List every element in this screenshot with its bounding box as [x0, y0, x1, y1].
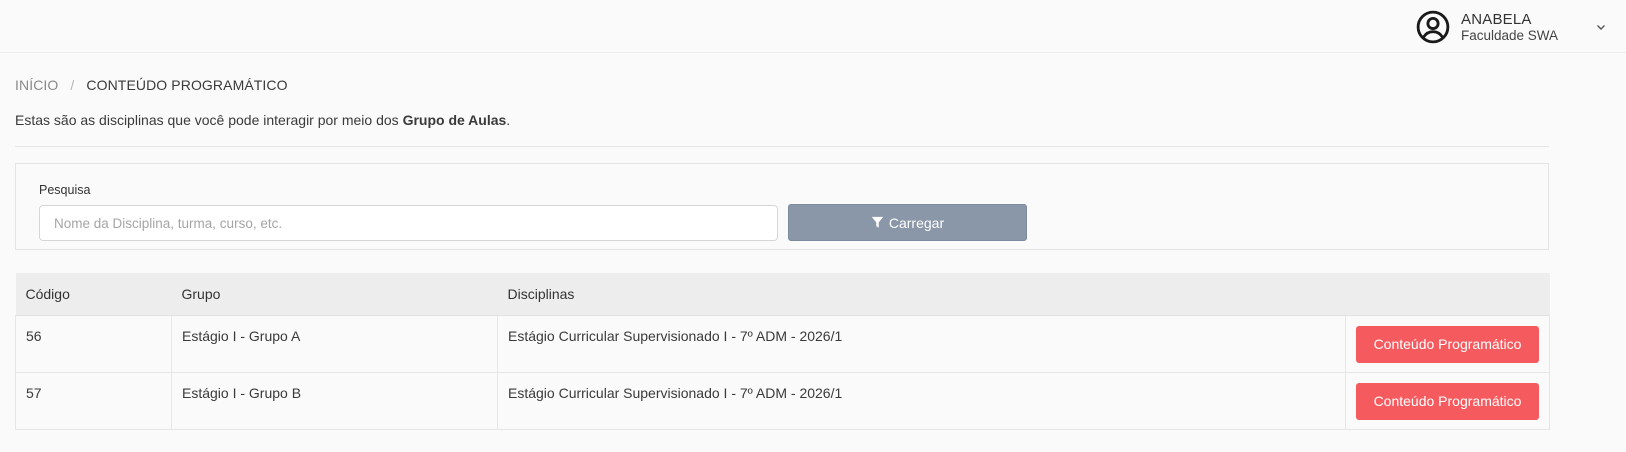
search-label: Pesquisa: [39, 183, 91, 197]
column-header-actions: [1345, 273, 1550, 316]
column-header-codigo: Código: [15, 273, 172, 316]
user-menu[interactable]: ANABELA Faculdade SWA: [1416, 9, 1558, 45]
column-header-disciplinas: Disciplinas: [497, 273, 1346, 316]
load-button[interactable]: Carregar: [788, 204, 1027, 241]
cell-codigo: 56: [15, 314, 172, 373]
cell-action: Conteúdo Programático: [1345, 371, 1550, 430]
page-description: Estas são as disciplinas que você pode i…: [15, 112, 510, 128]
conteudo-programatico-button[interactable]: Conteúdo Programático: [1356, 382, 1539, 420]
load-button-label: Carregar: [888, 214, 945, 231]
breadcrumb-separator: /: [70, 77, 75, 93]
user-organization: Faculdade SWA: [1461, 27, 1559, 43]
user-circle-icon: [1416, 10, 1450, 44]
user-name: ANABELA: [1461, 10, 1532, 28]
divider: [15, 146, 1549, 147]
filter-icon: [871, 216, 884, 228]
intro-end: .: [506, 112, 511, 128]
cell-grupo: Estágio I - Grupo A: [171, 314, 498, 373]
table-header-row: Código Grupo Disciplinas: [15, 273, 1550, 316]
intro-highlight: Grupo de Aulas: [402, 112, 507, 128]
cell-grupo: Estágio I - Grupo B: [171, 371, 498, 430]
search-input[interactable]: [39, 205, 778, 241]
chevron-down-icon[interactable]: [1594, 20, 1608, 34]
conteudo-programatico-button[interactable]: Conteúdo Programático: [1356, 325, 1539, 363]
table-row: 57 Estágio I - Grupo B Estágio Curricula…: [15, 371, 1550, 430]
breadcrumb-home-link[interactable]: INÍCIO: [15, 77, 58, 93]
breadcrumb: INÍCIO / CONTEÚDO PROGRAMÁTICO: [15, 77, 288, 93]
cell-disciplinas: Estágio Curricular Supervisionado I - 7º…: [497, 314, 1346, 373]
search-panel: Pesquisa Carregar: [15, 163, 1549, 250]
cell-action: Conteúdo Programático: [1345, 314, 1550, 373]
breadcrumb-current: CONTEÚDO PROGRAMÁTICO: [86, 77, 288, 93]
column-header-grupo: Grupo: [171, 273, 498, 316]
table-row: 56 Estágio I - Grupo A Estágio Curricula…: [15, 314, 1550, 373]
intro-text: Estas são as disciplinas que você pode i…: [15, 112, 403, 128]
top-bar: ANABELA Faculdade SWA: [0, 0, 1626, 53]
cell-codigo: 57: [15, 371, 172, 430]
cell-disciplinas: Estágio Curricular Supervisionado I - 7º…: [497, 371, 1346, 430]
disciplines-table: Código Grupo Disciplinas 56 Estágio I - …: [15, 273, 1550, 430]
